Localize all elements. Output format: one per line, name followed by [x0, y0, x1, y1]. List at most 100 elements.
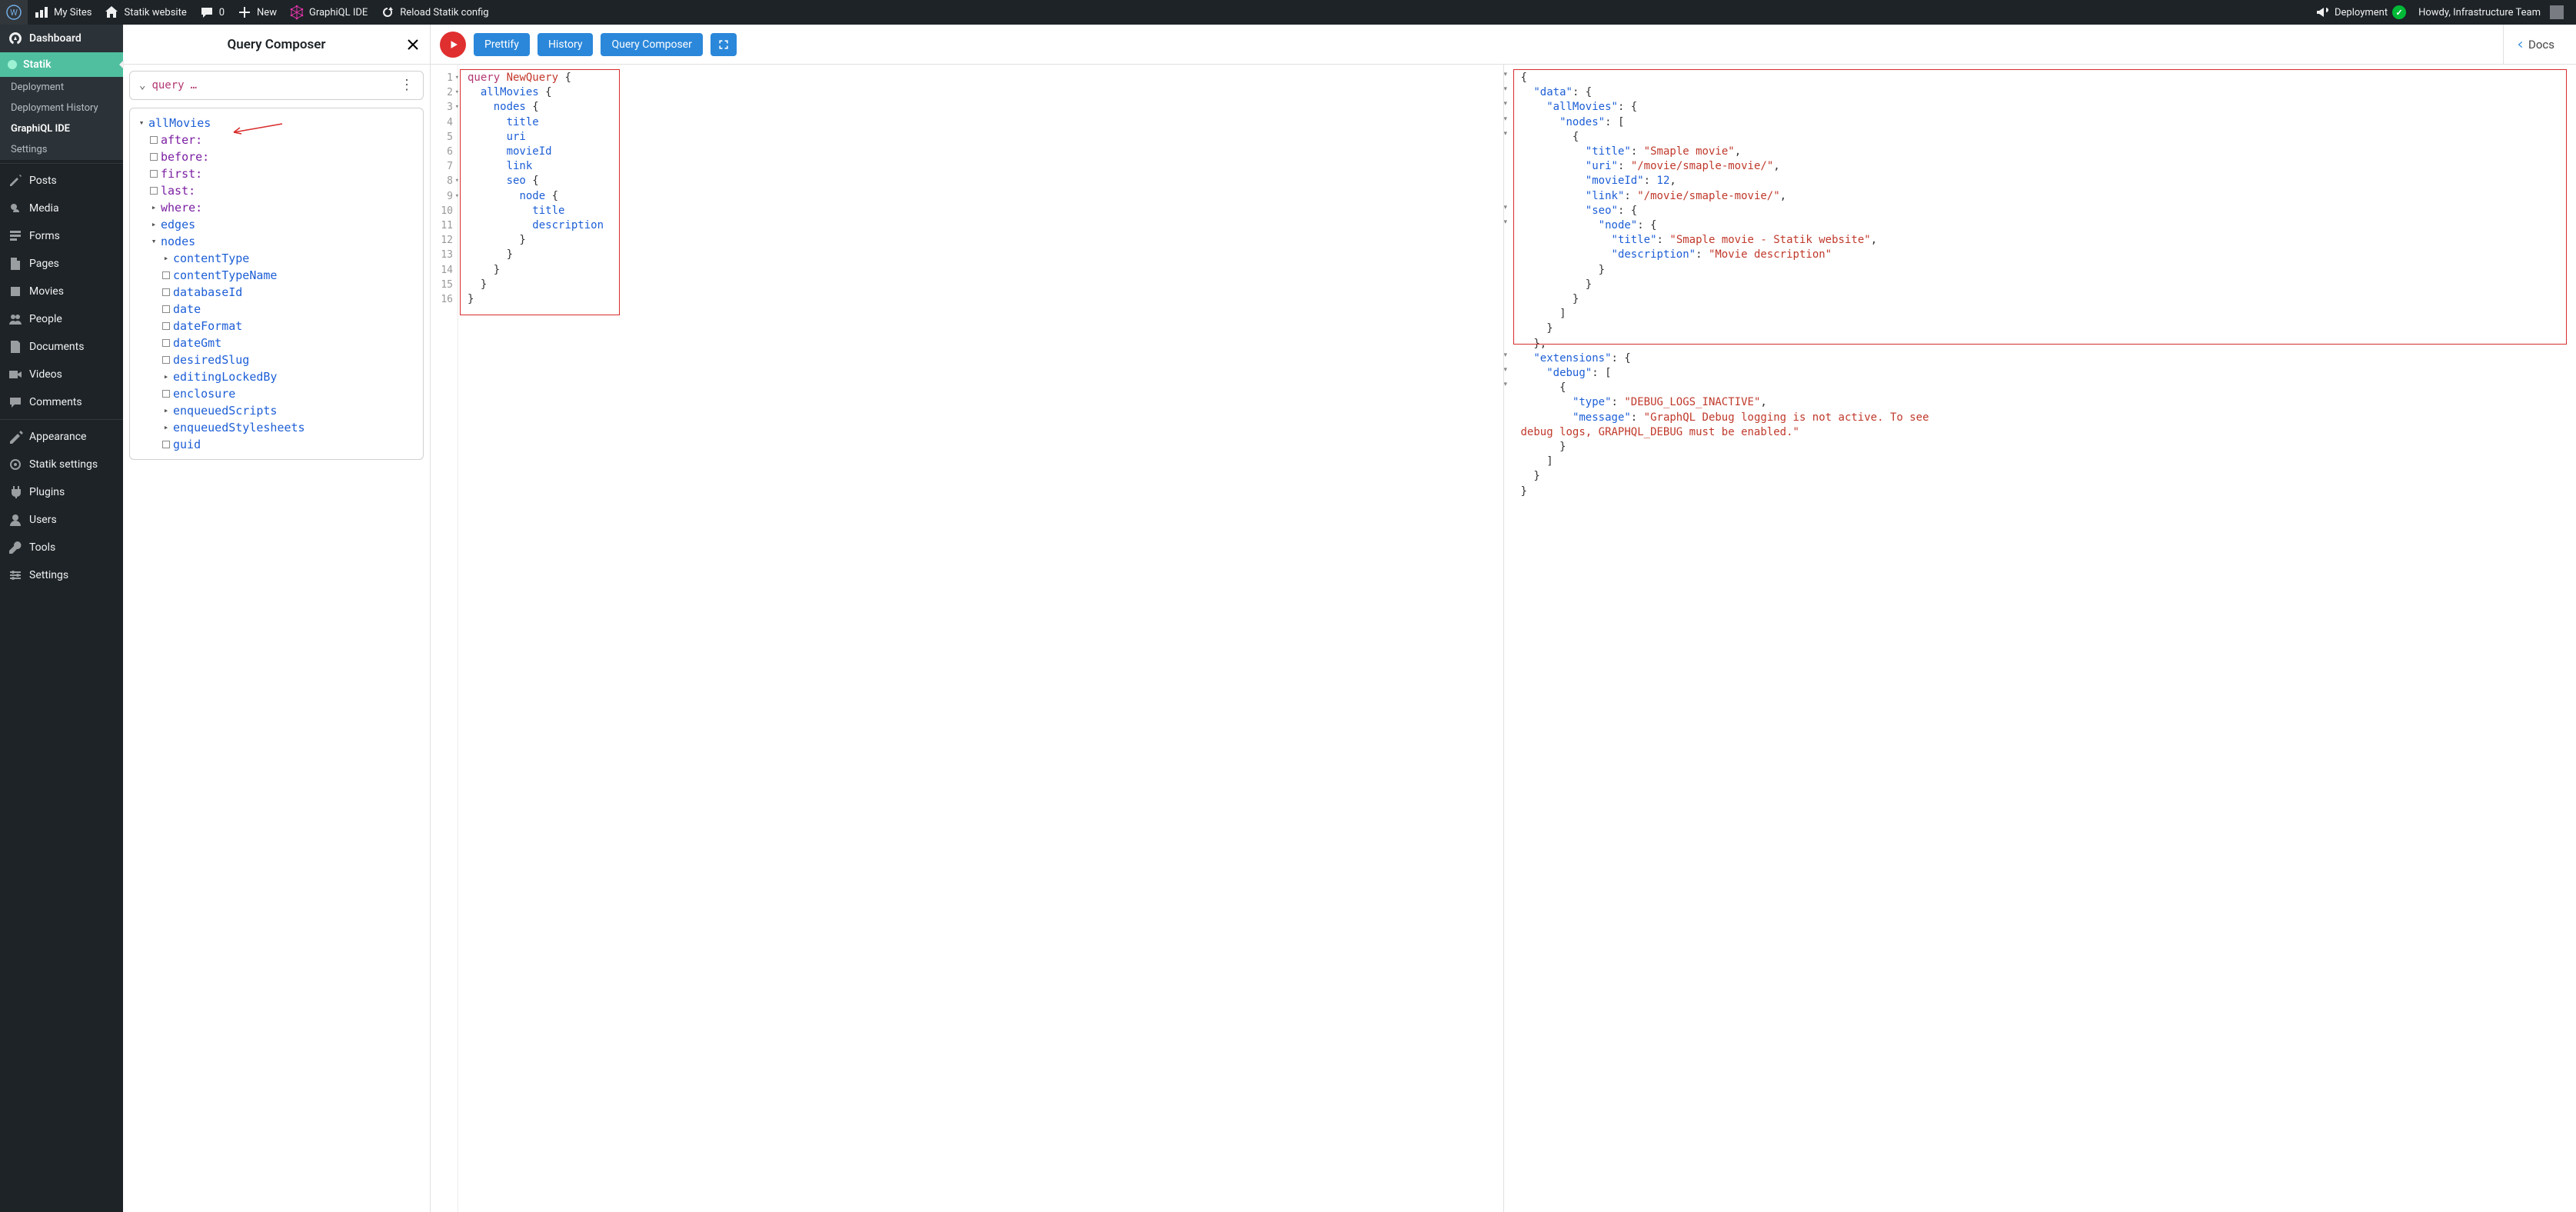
check-icon [2392, 5, 2406, 19]
result-code: { "data": { "allMovies": { "nodes": [ { … [1512, 65, 2576, 1212]
line-gutter: ▾1▾2▾34567▾8▾910111213141516 [431, 65, 458, 1212]
menu-pages[interactable]: Pages [0, 250, 123, 278]
checkbox-icon [162, 339, 170, 347]
wp-logo[interactable]: W [0, 0, 28, 25]
menu-forms[interactable]: Forms [0, 222, 123, 250]
menu-tools[interactable]: Tools [0, 534, 123, 561]
plus-icon [237, 5, 252, 20]
graphiql-admin-link[interactable]: GraphiQL IDE [283, 0, 374, 25]
caret-right-icon: ▸ [162, 368, 170, 385]
tree-field[interactable]: first: [150, 165, 415, 182]
checkbox-icon [162, 390, 170, 398]
composer-title: Query Composer [228, 37, 326, 52]
content-area: Query Composer ⌄ query … ⋮ ▾allMovies af… [123, 25, 2576, 1212]
graphiql-toolbar: Prettify History Query Composer Docs [431, 25, 2576, 65]
megaphone-icon [2315, 5, 2330, 20]
my-sites-link[interactable]: My Sites [28, 0, 98, 25]
caret-right-icon: ▸ [150, 216, 158, 233]
checkbox-icon [150, 153, 158, 161]
query-root-pill[interactable]: ⌄ query … ⋮ [129, 71, 424, 100]
menu-videos[interactable]: Videos [0, 361, 123, 388]
tree-field[interactable]: last: [150, 182, 415, 199]
query-name-placeholder: … [191, 79, 197, 92]
tree: ▾allMovies after: before: first: last: ▸… [129, 108, 424, 460]
submenu-deployment[interactable]: Deployment [0, 77, 123, 98]
docs-button[interactable]: Docs [2503, 25, 2567, 64]
history-button[interactable]: History [537, 33, 594, 56]
comments-link[interactable]: 0 [193, 0, 231, 25]
menu-movies[interactable]: Movies [0, 278, 123, 305]
tree-field[interactable]: desiredSlug [162, 351, 415, 368]
deployment-label: Deployment [2335, 7, 2388, 18]
query-composer-button[interactable]: Query Composer [601, 33, 702, 56]
comment-icon [199, 5, 215, 20]
menu-appearance[interactable]: Appearance [0, 423, 123, 451]
tree-field[interactable]: ▸where: [150, 199, 415, 216]
graphiql-admin-label: GraphiQL IDE [309, 7, 368, 18]
checkbox-icon [162, 271, 170, 279]
tree-field[interactable]: databaseId [162, 284, 415, 301]
svg-text:W: W [10, 8, 18, 18]
checkbox-icon [150, 170, 158, 178]
checkbox-icon [162, 288, 170, 296]
menu-statik[interactable]: Statik [0, 52, 123, 77]
tree-field[interactable]: dateFormat [162, 318, 415, 335]
menu-settings[interactable]: Settings [0, 561, 123, 589]
tree-edges[interactable]: ▸edges [150, 216, 415, 233]
caret-right-icon: ▸ [162, 250, 170, 267]
comments-count: 0 [219, 7, 225, 18]
close-icon[interactable] [405, 37, 421, 52]
caret-right-icon: ▸ [162, 419, 170, 436]
tree-field[interactable]: before: [150, 148, 415, 165]
statik-icon [8, 60, 17, 69]
caret-down-icon: ▾ [150, 233, 158, 250]
tree-field[interactable]: dateGmt [162, 335, 415, 351]
tree-field[interactable]: enclosure [162, 385, 415, 402]
tree-field[interactable]: ▸contentType [162, 250, 415, 267]
submenu-graphiql[interactable]: GraphiQL IDE [0, 118, 123, 139]
menu-posts[interactable]: Posts [0, 167, 123, 195]
fullscreen-button[interactable] [711, 33, 737, 56]
submenu-settings[interactable]: Settings [0, 139, 123, 160]
submenu-history[interactable]: Deployment History [0, 98, 123, 118]
menu-users[interactable]: Users [0, 506, 123, 534]
tree-field[interactable]: ▸enqueuedScripts [162, 402, 415, 419]
deployment-status[interactable]: Deployment [2308, 0, 2412, 25]
query-code[interactable]: query NewQuery { allMovies { nodes { tit… [458, 65, 1503, 1212]
menu-documents[interactable]: Documents [0, 333, 123, 361]
tree-nodes[interactable]: ▾nodes [150, 233, 415, 250]
chevron-down-icon: ⌄ [139, 79, 145, 92]
menu-dashboard[interactable]: Dashboard [0, 25, 123, 52]
tree-field[interactable]: ▸editingLockedBy [162, 368, 415, 385]
site-name-link[interactable]: Statik website [98, 0, 192, 25]
tree-field[interactable]: date [162, 301, 415, 318]
new-link[interactable]: New [231, 0, 283, 25]
reload-label: Reload Statik config [400, 7, 488, 18]
checkbox-icon [162, 356, 170, 364]
menu-comments[interactable]: Comments [0, 388, 123, 416]
query-editor-pane[interactable]: ▾1▾2▾34567▾8▾910111213141516 query NewQu… [431, 65, 1503, 1212]
account-link[interactable]: Howdy, Infrastructure Team [2412, 0, 2570, 25]
menu-plugins[interactable]: Plugins [0, 478, 123, 506]
home-icon [104, 5, 119, 20]
result-pane: ▾▾▾▾▾▾▾▾▾▾ { "data": { "allMovies": { "n… [1503, 65, 2576, 1212]
graphql-icon [289, 5, 305, 20]
menu-statik-label: Statik [23, 58, 52, 71]
menu-dashboard-label: Dashboard [29, 32, 82, 45]
menu-statik-settings[interactable]: Statik settings [0, 451, 123, 478]
admin-sidebar: Dashboard Statik Deployment Deployment H… [0, 25, 123, 1212]
tree-field[interactable]: contentTypeName [162, 267, 415, 284]
query-composer-panel: Query Composer ⌄ query … ⋮ ▾allMovies af… [123, 25, 431, 1212]
howdy-label: Howdy, Infrastructure Team [2418, 7, 2541, 18]
checkbox-icon [162, 322, 170, 330]
menu-media[interactable]: Media [0, 195, 123, 222]
reload-icon [380, 5, 395, 20]
execute-button[interactable] [440, 32, 466, 58]
tree-field[interactable]: guid [162, 436, 415, 453]
reload-link[interactable]: Reload Statik config [374, 0, 494, 25]
wp-admin-bar: W My Sites Statik website 0 New GraphiQL… [0, 0, 2576, 25]
tree-field[interactable]: ▸enqueuedStylesheets [162, 419, 415, 436]
caret-right-icon: ▸ [150, 199, 158, 216]
menu-people[interactable]: People [0, 305, 123, 333]
prettify-button[interactable]: Prettify [474, 33, 530, 56]
